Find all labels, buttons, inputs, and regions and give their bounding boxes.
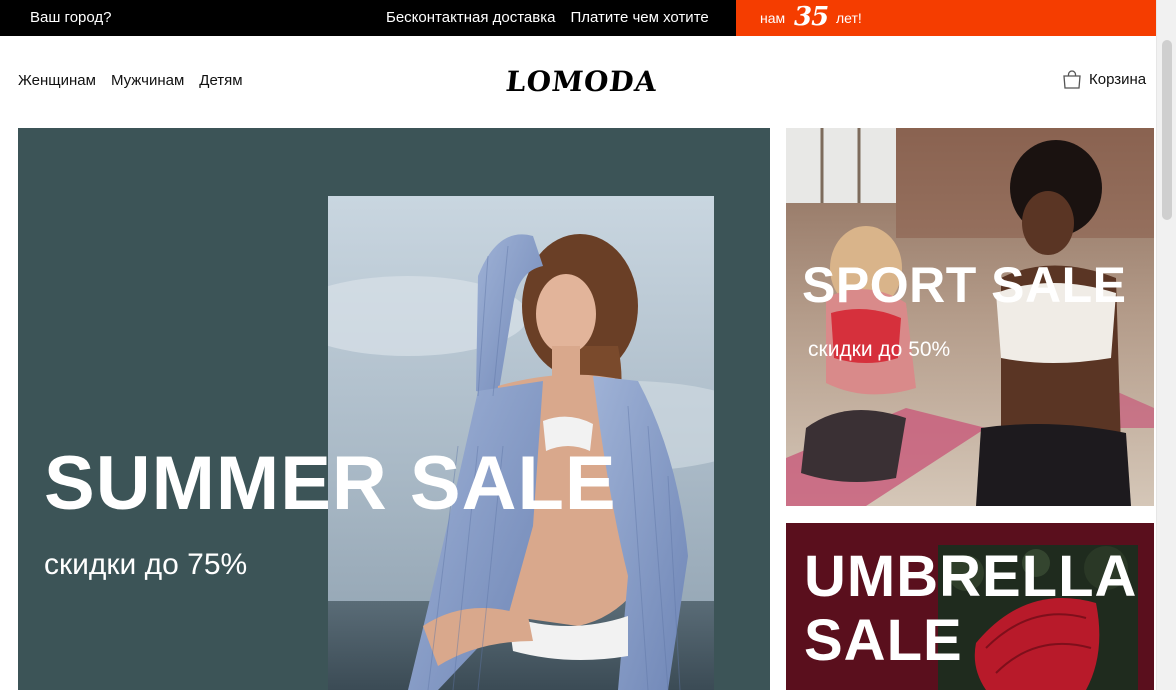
anniversary-banner[interactable]: нам 35 лет! bbox=[736, 0, 1156, 36]
promo-links: Бесконтактная доставка Платите чем хотит… bbox=[386, 0, 709, 36]
logo-text: LOMODA bbox=[504, 65, 659, 98]
anniversary-suffix: лет! bbox=[836, 10, 862, 26]
site-logo[interactable]: LOMODA bbox=[500, 62, 672, 102]
payment-options-link[interactable]: Платите чем хотите bbox=[570, 0, 708, 36]
contactless-delivery-link[interactable]: Бесконтактная доставка bbox=[386, 0, 555, 36]
nav-women[interactable]: Женщинам bbox=[18, 72, 96, 89]
umbrella-sale-title-line2: SALE bbox=[804, 608, 963, 673]
sport-sale-banner[interactable]: SPORT SALE скидки до 50% bbox=[786, 128, 1154, 506]
anniversary-prefix: нам bbox=[760, 10, 786, 26]
umbrella-sale-title-line1: UMBRELLA bbox=[804, 544, 1138, 609]
sport-sale-title: SPORT SALE bbox=[802, 257, 1127, 313]
city-selector[interactable]: Ваш город? bbox=[30, 0, 111, 36]
summer-sale-banner[interactable]: SUMMER SALE скидки до 75% bbox=[18, 128, 770, 690]
page-scrollbar[interactable] bbox=[1156, 0, 1176, 690]
nav-kids[interactable]: Детям bbox=[199, 72, 242, 89]
sport-sale-photo bbox=[786, 128, 1154, 506]
summer-sale-subtitle: скидки до 75% bbox=[44, 548, 248, 581]
logo-wordmark: LOMODA bbox=[504, 65, 659, 98]
scrollbar-thumb[interactable] bbox=[1162, 40, 1172, 220]
cart-button[interactable]: Корзина bbox=[1062, 70, 1146, 89]
category-nav: Женщинам Мужчинам Детям bbox=[18, 72, 243, 89]
sport-sale-subtitle: скидки до 50% bbox=[808, 338, 951, 361]
umbrella-sale-banner[interactable]: UMBRELLA SALE bbox=[786, 523, 1154, 690]
top-bar: Ваш город? Бесконтактная доставка Платит… bbox=[0, 0, 1156, 36]
cart-label: Корзина bbox=[1089, 71, 1147, 88]
nav-men[interactable]: Мужчинам bbox=[111, 72, 184, 89]
umbrella-sale-title: UMBRELLA SALE bbox=[804, 545, 1137, 673]
summer-sale-title: SUMMER SALE bbox=[44, 441, 617, 526]
site-header: Женщинам Мужчинам Детям LOMODA Корзина bbox=[0, 36, 1156, 128]
shopping-bag-icon bbox=[1063, 70, 1081, 89]
anniversary-number: 35 bbox=[794, 2, 829, 32]
